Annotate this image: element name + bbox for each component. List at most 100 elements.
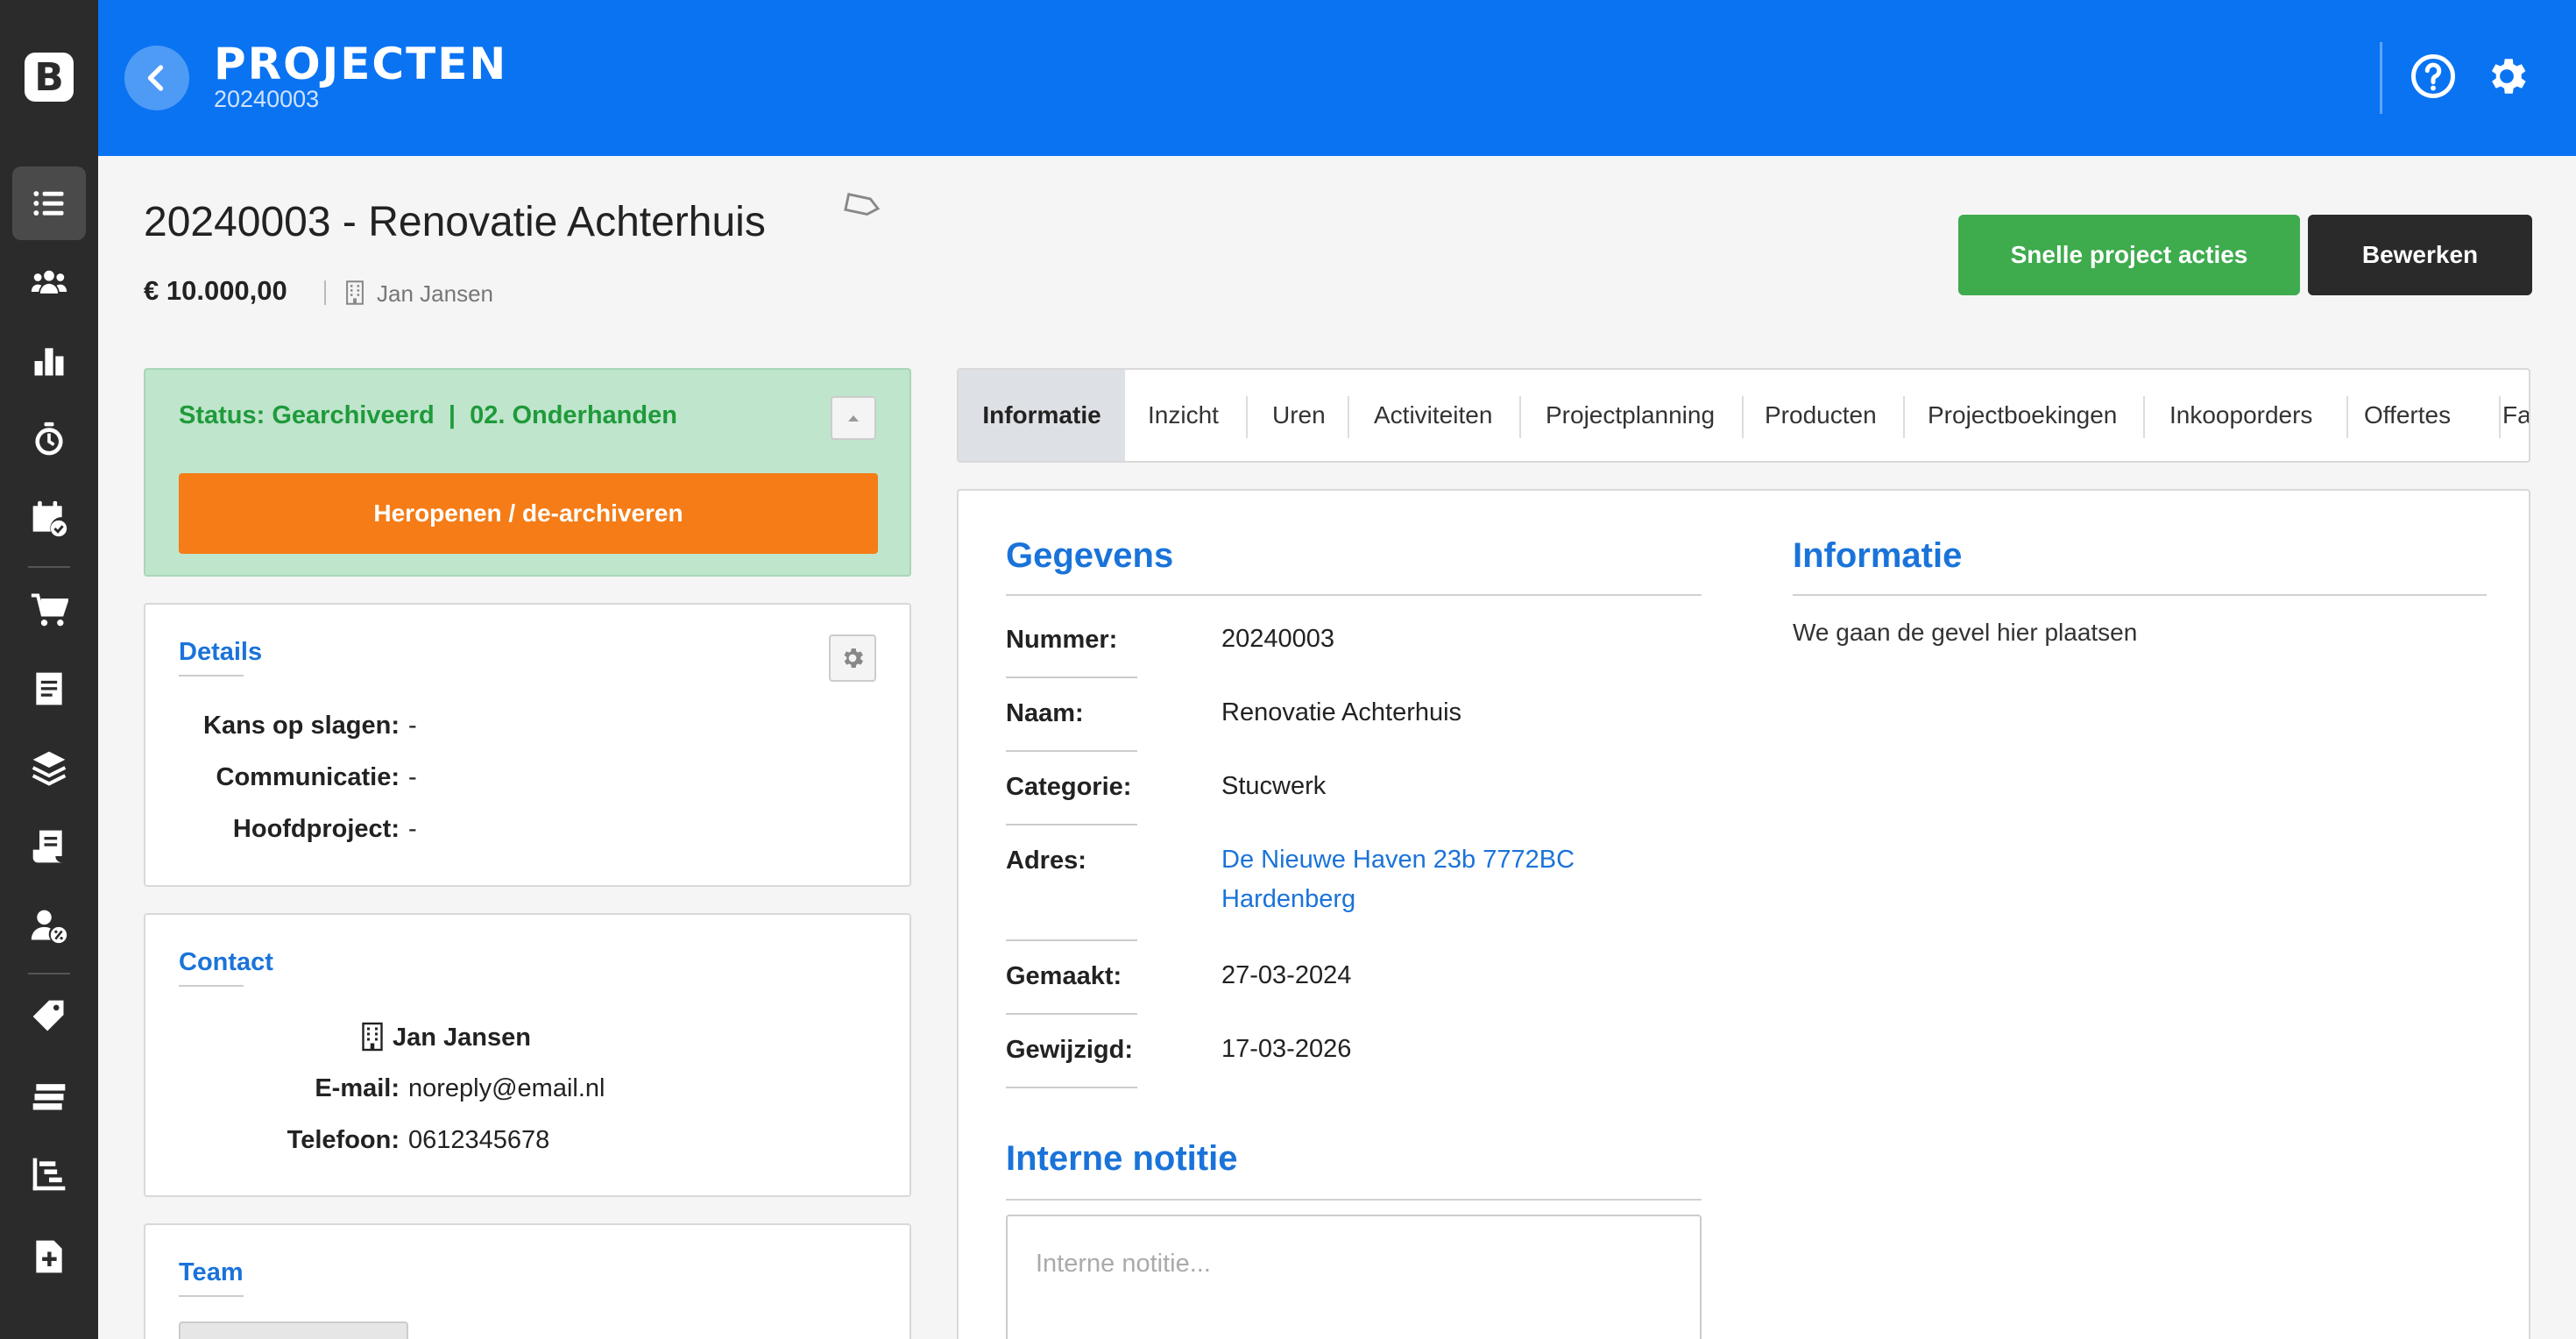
team-title: Team [179,1258,244,1286]
gegevens-value-naam: Renovatie Achterhuis [1221,698,1462,726]
settings-button[interactable] [2483,53,2530,100]
tab-separator [1348,396,1349,438]
row-divider [1006,939,1137,941]
sidebar-item-new-document[interactable] [12,1220,86,1293]
gegevens-label-adres: Adres: [1006,847,1086,875]
project-company[interactable]: Jan Jansen [377,280,493,308]
detail-label: Communicatie: [216,763,400,791]
top-header: PROJECTEN 20240003 [98,0,2576,156]
sidebar-item-documents[interactable] [12,652,86,726]
stopwatch-icon [35,422,63,456]
gegevens-value-nummer: 20240003 [1221,625,1335,653]
tab-offertes[interactable]: Offertes [2364,370,2451,461]
tab-facturen[interactable]: Fa [2502,370,2529,461]
gegevens-value-adres-line1[interactable]: De Nieuwe Haven 23b 7772BC [1221,840,1575,880]
contact-name[interactable]: Jan Jansen [393,1024,531,1052]
gegevens-label-naam: Naam: [1006,699,1084,727]
gantt-icon [32,1158,66,1191]
detail-value: - [408,815,417,843]
tab-projectplanning[interactable]: Projectplanning [1546,370,1715,461]
sidebar-item-relations[interactable] [12,245,86,319]
document-icon [36,672,62,705]
quick-actions-button[interactable]: Snelle project acties [1958,215,2300,295]
tab-separator [1519,396,1521,438]
layers-icon [32,751,67,786]
sidebar-item-reports[interactable] [12,324,86,398]
edit-button[interactable]: Bewerken [2308,215,2532,295]
informatie-divider [1793,594,2487,596]
tab-bar: Informatie Inzicht Uren Activiteiten Pro… [957,368,2530,463]
help-icon [2411,54,2455,98]
sidebar-item-invoices[interactable] [12,810,86,883]
detail-value: - [408,763,417,791]
sidebar-item-employees[interactable] [12,889,86,962]
help-button[interactable] [2410,53,2457,100]
detail-label: Hoofdproject: [232,815,400,843]
contact-title: Contact [179,948,273,976]
tab-activiteiten[interactable]: Activiteiten [1374,370,1492,461]
sidebar-item-products[interactable] [12,731,86,804]
team-add-button[interactable] [179,1321,408,1339]
user-percent-icon [31,910,67,944]
tab-inzicht[interactable]: Inzicht [1148,370,1219,461]
gear-icon [2491,59,2526,94]
details-settings-button[interactable] [829,634,876,682]
team-underline [179,1295,244,1297]
tab-separator [2143,396,2145,438]
contact-email-label: E-mail: [315,1074,400,1102]
app-logo[interactable]: B [25,53,74,102]
building-icon [362,1022,383,1052]
back-button[interactable] [124,46,189,110]
price-separator [324,280,326,305]
stack-icon [32,1084,66,1110]
sidebar-item-projects[interactable] [12,166,86,240]
tag-icon [32,1000,64,1031]
contact-phone[interactable]: 0612345678 [408,1126,549,1155]
status-card: Status: Gearchiveerd | 02. Onderhanden H… [144,368,911,577]
tab-projectboekingen[interactable]: Projectboekingen [1928,370,2117,461]
sidebar-item-pricelists[interactable] [12,980,86,1053]
row-divider [1006,677,1137,678]
details-card: Details Kans op slagen: - Communicatie: … [144,603,911,887]
tab-separator [1903,396,1905,438]
building-icon [346,280,364,305]
sidebar-item-planning[interactable] [12,482,86,556]
gear-icon [844,648,863,668]
sidebar-item-stock[interactable] [12,1059,86,1132]
gegevens-divider [1006,594,1702,596]
sidebar-separator [28,566,70,568]
gegevens-title: Gegevens [1006,536,1174,575]
tab-separator [2499,396,2501,438]
tab-inkooporders[interactable]: Inkooporders [2169,370,2312,461]
tab-separator [2346,396,2348,438]
header-title: PROJECTEN [214,39,508,89]
detail-value: - [408,712,417,740]
informatie-title: Informatie [1793,536,1963,575]
info-panel: Gegevens Nummer: 20240003 Naam: Renovati… [957,489,2530,1339]
calendar-check-icon [32,500,67,537]
header-subtitle: 20240003 [214,86,320,112]
contact-card: Contact Jan Jansen E-mail: noreply@email… [144,913,911,1197]
sidebar-item-hours[interactable] [12,403,86,477]
notitie-divider [1006,1199,1702,1201]
tab-producten[interactable]: Producten [1765,370,1877,461]
file-plus-icon [36,1240,62,1273]
gegevens-label-gewijzigd: Gewijzigd: [1006,1036,1133,1064]
users-icon [31,270,67,294]
reopen-button[interactable]: Heropenen / de-archiveren [179,473,878,554]
tab-informatie[interactable]: Informatie [959,370,1125,461]
gegevens-label-gemaakt: Gemaakt: [1006,962,1122,990]
caret-up-icon [848,415,859,422]
sidebar-item-gantt[interactable] [12,1137,86,1211]
internal-note-input[interactable]: Interne notitie... [1006,1215,1702,1339]
tag-outline-icon[interactable] [843,191,881,223]
bar-chart-icon [34,348,64,376]
row-divider [1006,824,1137,825]
list-icon [33,191,64,216]
page-title: 20240003 - Renovatie Achterhuis [144,199,766,245]
sidebar-item-purchase[interactable] [12,573,86,647]
contact-email[interactable]: noreply@email.nl [408,1074,605,1103]
collapse-button[interactable] [831,396,876,440]
gegevens-value-adres-line2[interactable]: Hardenberg [1221,879,1355,919]
tab-uren[interactable]: Uren [1272,370,1326,461]
